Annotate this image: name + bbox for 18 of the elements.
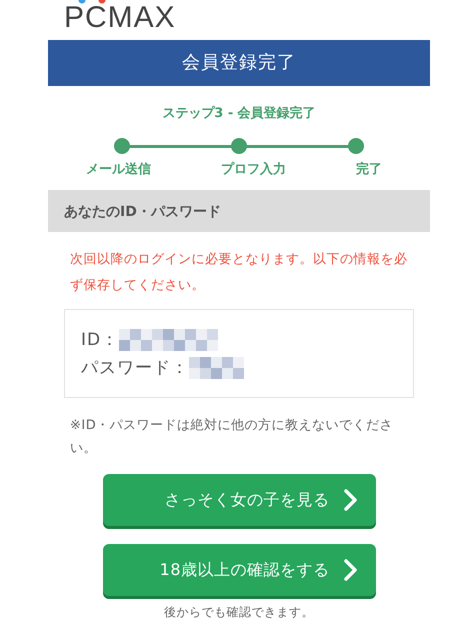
logo[interactable]: PCMAX <box>64 2 176 34</box>
action-button[interactable]: さっそく女の子を見る <box>102 474 376 526</box>
credential-label: パスワード： <box>81 357 189 380</box>
chevron-icon <box>344 559 358 581</box>
warning-text: 次回以降のログインに必要となります。以下の情報を必ず保存してください。 <box>70 251 408 295</box>
step-label: 完了 <box>356 160 382 178</box>
footnote-text: 後からでも確認できます。 <box>163 604 315 621</box>
action-button[interactable]: 18歳以上の確認をする <box>102 544 376 596</box>
chevron-icon <box>344 489 358 511</box>
redaction-drawing <box>189 357 244 379</box>
step-title: ステップ3 - 会員登録完了 <box>161 104 317 122</box>
step-label: メール送信 <box>86 161 151 178</box>
credential-label: ID： <box>81 329 120 352</box>
step-label: プロフ入力 <box>221 160 286 178</box>
note-text: ※ID・パスワードは絶対に他の方に教えないでください。 <box>70 417 394 458</box>
dots-icon <box>78 0 106 5</box>
page-title: 会員登録完了 <box>48 40 430 86</box>
section-header: あなたのID・パスワード <box>48 190 430 232</box>
